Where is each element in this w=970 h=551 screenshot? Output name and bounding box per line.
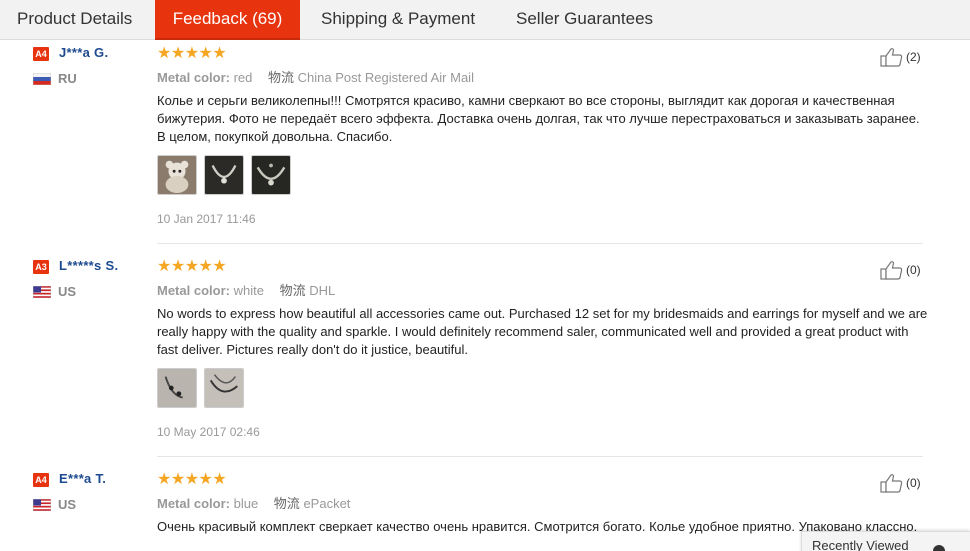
buyer-country: US [58,497,77,512]
flag-us-icon [33,286,51,298]
review-photo-thumbnail[interactable] [157,155,197,195]
rating-stars: ★★★★★ [157,471,227,488]
tab-shipping-payment[interactable]: Shipping & Payment [300,0,495,40]
review-item: A3 L*****s S. US ★★★★★ Metal color: whit… [0,258,970,455]
buyer-level-badge: A4 [33,473,49,487]
helpful-button[interactable]: (0) [880,473,921,493]
review-meta: Metal color: red 物流 China Post Registere… [157,67,474,86]
review-text: No words to express how beautiful all ac… [157,306,928,357]
tab-bar: Product Details Feedback (69) Shipping &… [0,0,970,40]
logistics-value: ePacket [303,496,351,511]
review-photos [157,155,291,195]
expand-icon [933,545,945,551]
buyer-level-badge: A3 [33,260,49,274]
review-photo-thumbnail[interactable] [251,155,291,195]
helpful-count: (0) [906,476,921,490]
review-text: Колье и серьги великолепны!!! Смотрятся … [157,93,920,144]
review-photos [157,368,244,408]
helpful-button[interactable]: (0) [880,260,921,280]
tab-seller-guarantees[interactable]: Seller Guarantees [495,0,695,40]
review-meta: Metal color: white 物流 DHL [157,280,335,299]
review-divider [157,456,923,457]
flag-us-icon [33,499,51,511]
logistics-label: 物流 [268,70,295,85]
thumbs-up-icon [880,474,903,493]
buyer-level-badge: A4 [33,47,49,61]
tab-product-details[interactable]: Product Details [0,0,155,40]
attr-value: blue [233,496,259,511]
buyer-country: US [58,284,77,299]
review-photo-thumbnail[interactable] [204,155,244,195]
review-meta: Metal color: blue 物流 ePacket [157,493,350,512]
logistics-value: China Post Registered Air Mail [297,70,474,85]
attr-value: white [233,283,264,298]
review-date: 10 May 2017 02:46 [157,425,260,439]
buyer-country: RU [58,71,77,86]
flag-ru-icon [33,73,51,85]
helpful-count: (2) [906,50,921,64]
review-item: A4 J***a G. RU ★★★★★ Metal color: red 物流… [0,45,970,242]
logistics-label: 物流 [279,283,306,298]
recently-viewed-label: Recently Viewed [812,538,909,551]
review-divider [157,243,923,244]
review-photo-thumbnail[interactable] [157,368,197,408]
thumbs-up-icon [880,261,903,280]
logistics-value: DHL [309,283,336,298]
recently-viewed-panel[interactable]: Recently Viewed [801,531,970,551]
attr-value: red [233,70,253,85]
buyer-name: L*****s S. [59,258,119,273]
buyer-name: E***a T. [59,471,107,486]
buyer-name: J***a G. [59,45,109,60]
tab-feedback[interactable]: Feedback (69) [155,0,300,40]
helpful-button[interactable]: (2) [880,47,921,67]
rating-stars: ★★★★★ [157,258,227,275]
review-date: 10 Jan 2017 11:46 [157,212,256,226]
rating-stars: ★★★★★ [157,45,227,62]
attr-label: Metal color: [157,283,230,298]
thumbs-up-icon [880,48,903,67]
attr-label: Metal color: [157,496,230,511]
attr-label: Metal color: [157,70,230,85]
logistics-label: 物流 [273,496,300,511]
review-photo-thumbnail[interactable] [204,368,244,408]
helpful-count: (0) [906,263,921,277]
